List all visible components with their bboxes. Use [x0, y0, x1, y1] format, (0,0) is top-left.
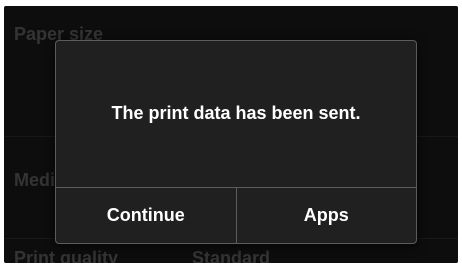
dialog-message: The print data has been sent. [111, 103, 361, 123]
print-sent-dialog: The print data has been sent. Continue A… [55, 40, 417, 244]
apps-button[interactable]: Apps [235, 188, 417, 243]
continue-button[interactable]: Continue [56, 188, 236, 243]
print-settings-screen: Paper size Media type Print quality Stan… [4, 6, 458, 263]
dialog-button-row: Continue Apps [56, 187, 416, 243]
